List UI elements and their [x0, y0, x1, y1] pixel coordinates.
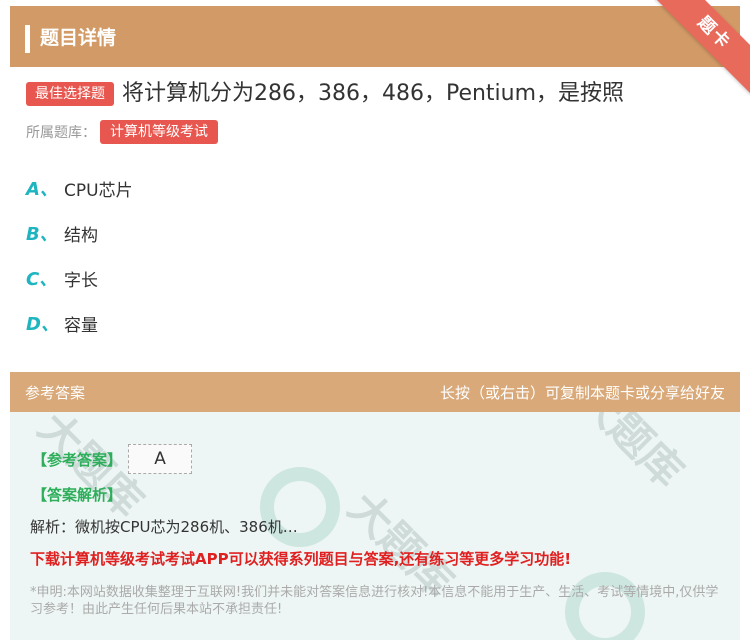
question-text: 将计算机分为286，386，486，Pentium，是按照	[122, 81, 625, 106]
bank-tag[interactable]: 计算机等级考试	[100, 120, 218, 144]
option-a[interactable]: A、 CPU芯片	[26, 174, 133, 202]
disclaimer-text: *申明:本网站数据收集整理于互联网!我们并未能对答案信息进行核对!本信息不能用于…	[30, 585, 719, 617]
option-text: 字长	[64, 270, 98, 291]
bank-label: 所属题库：	[26, 125, 96, 141]
option-letter: B、	[26, 224, 58, 245]
option-text: CPU芯片	[64, 180, 133, 201]
option-letter: D、	[26, 314, 59, 335]
analysis-text: 解析：微机按CPU芯为286机、386机…	[30, 518, 298, 536]
option-text: 容量	[64, 315, 98, 336]
reference-answer-row: 【参考答案】 A	[32, 444, 193, 474]
option-b[interactable]: B、 结构	[26, 219, 98, 247]
answer-body: 大题库 大题库 大题库 【参考答案】 A 【答案解析】 解析：微机按CPU芯为2…	[10, 412, 740, 640]
reference-answer-value: A	[128, 444, 193, 474]
reference-answer-label: 【参考答案】	[32, 450, 123, 469]
question-type-badge: 最佳选择题	[26, 82, 114, 106]
page-title: 题目详情	[40, 27, 117, 49]
bank-row: 所属题库： 计算机等级考试	[26, 120, 218, 144]
option-letter: C、	[26, 269, 58, 290]
analysis-label: 【答案解析】	[32, 486, 123, 504]
option-d[interactable]: D、 容量	[26, 309, 98, 337]
app-promo-link[interactable]: 下载计算机等级考试考试APP可以获得系列题目与答案,还有练习等更多学习功能!	[30, 548, 571, 569]
option-c[interactable]: C、 字长	[26, 264, 98, 292]
watermark-graphic: 大题库	[569, 412, 693, 497]
question-row: 最佳选择题 将计算机分为286，386，486，Pentium，是按照	[26, 80, 726, 108]
answer-header: 参考答案 长按（或右击）可复制本题卡或分享给好友	[10, 372, 740, 412]
option-letter: A、	[26, 179, 58, 200]
header-bar: 题目详情	[10, 6, 740, 67]
option-text: 结构	[64, 225, 98, 246]
header-accent-bar	[25, 25, 30, 53]
share-hint: 长按（或右击）可复制本题卡或分享给好友	[439, 384, 725, 402]
answer-header-title: 参考答案	[25, 384, 86, 402]
